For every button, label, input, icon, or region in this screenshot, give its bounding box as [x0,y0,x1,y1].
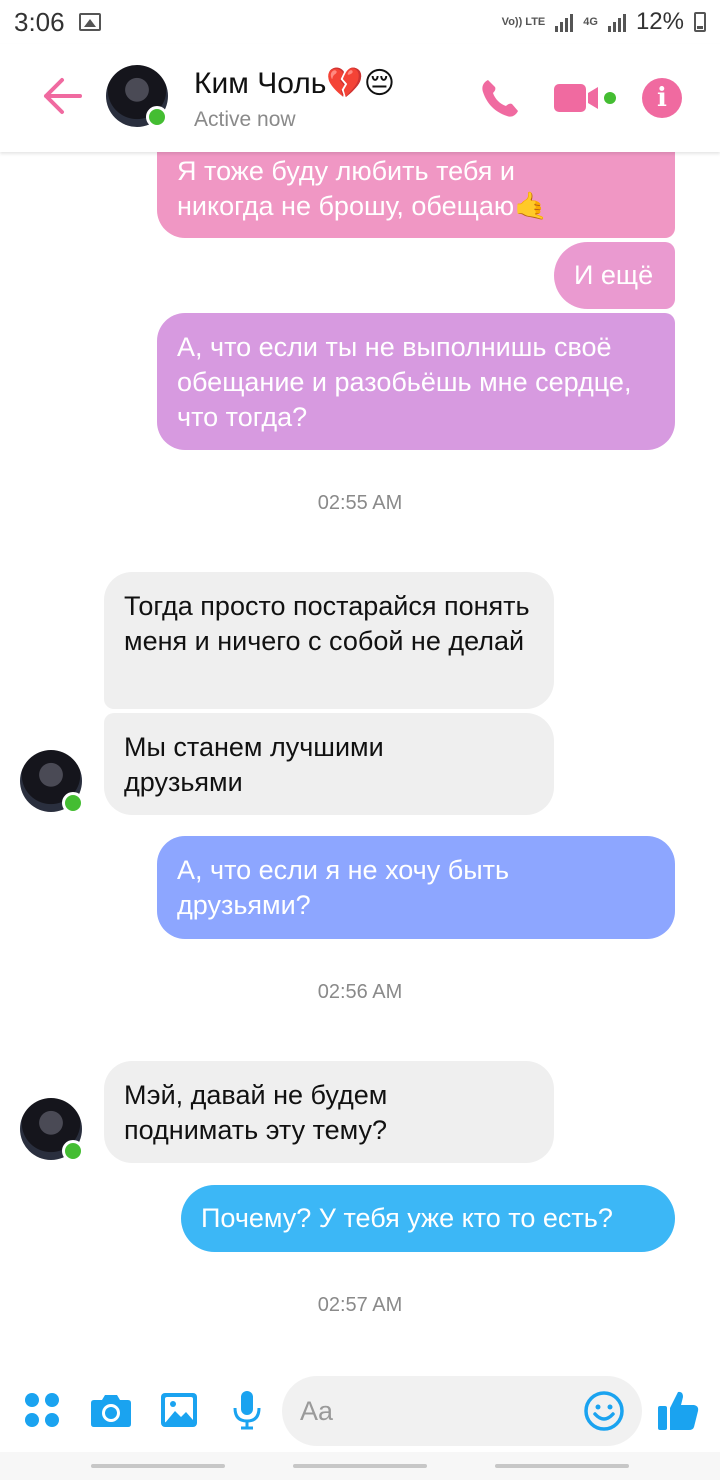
online-indicator [62,792,84,814]
online-indicator [146,106,168,128]
video-call-icon[interactable] [552,78,618,118]
signal-icon [555,12,574,32]
message-input-box[interactable] [282,1376,642,1446]
camera-icon[interactable] [90,1392,132,1428]
nav-recent-button[interactable] [91,1464,225,1468]
volte-icon: Vo)) LTE [501,15,546,28]
emoji-icon[interactable] [584,1391,624,1431]
message-incoming[interactable]: Тогда просто постарайся понять меня и ни… [104,572,554,709]
composer-bar [0,1374,720,1450]
like-thumbs-up-icon[interactable] [656,1388,700,1432]
network-type-icon: 4G [583,15,598,28]
message-outgoing[interactable]: А, что если я не хочу быть друзьями? [157,836,675,939]
message-outgoing[interactable]: И ещё [554,242,675,309]
online-indicator [62,1140,84,1162]
system-nav-bar [0,1452,720,1480]
timestamp: 02:55 AM [317,492,403,514]
gallery-notification-icon [78,13,101,31]
more-options-icon[interactable] [24,1392,60,1428]
image-gallery-icon[interactable] [160,1392,198,1428]
battery-percent: 12% [635,8,684,35]
timestamp: 02:57 AM [317,1294,403,1316]
message-input[interactable] [300,1376,580,1446]
message-outgoing[interactable]: Почему? У тебя уже кто то есть? [181,1185,675,1252]
microphone-icon[interactable] [232,1390,262,1430]
phone-icon[interactable] [478,76,522,120]
chat-header: Ким Чоль💔😔 Active now i [0,44,720,152]
back-arrow-icon[interactable] [40,74,84,118]
signal-icon-2 [607,12,626,32]
contact-name[interactable]: Ким Чоль💔😔 [194,66,395,101]
status-time: 3:06 [14,6,65,37]
message-outgoing[interactable]: Я тоже буду любить тебя и никогда не бро… [157,140,675,238]
nav-home-button[interactable] [293,1464,427,1468]
contact-status: Active now [194,108,296,131]
battery-icon [694,12,706,32]
message-incoming[interactable]: Мэй, давай не будем поднимать эту тему? [104,1061,554,1163]
message-outgoing[interactable]: А, что если ты не выполнишь своё обещани… [157,313,675,450]
nav-back-button[interactable] [495,1464,629,1468]
status-bar: 3:06 Vo)) LTE 4G 12% [0,0,720,44]
info-icon[interactable]: i [642,78,682,118]
message-incoming[interactable]: Мы станем лучшими друзьями [104,713,554,815]
status-indicators: Vo)) LTE 4G 12% [502,8,706,36]
timestamp: 02:56 AM [317,981,403,1003]
